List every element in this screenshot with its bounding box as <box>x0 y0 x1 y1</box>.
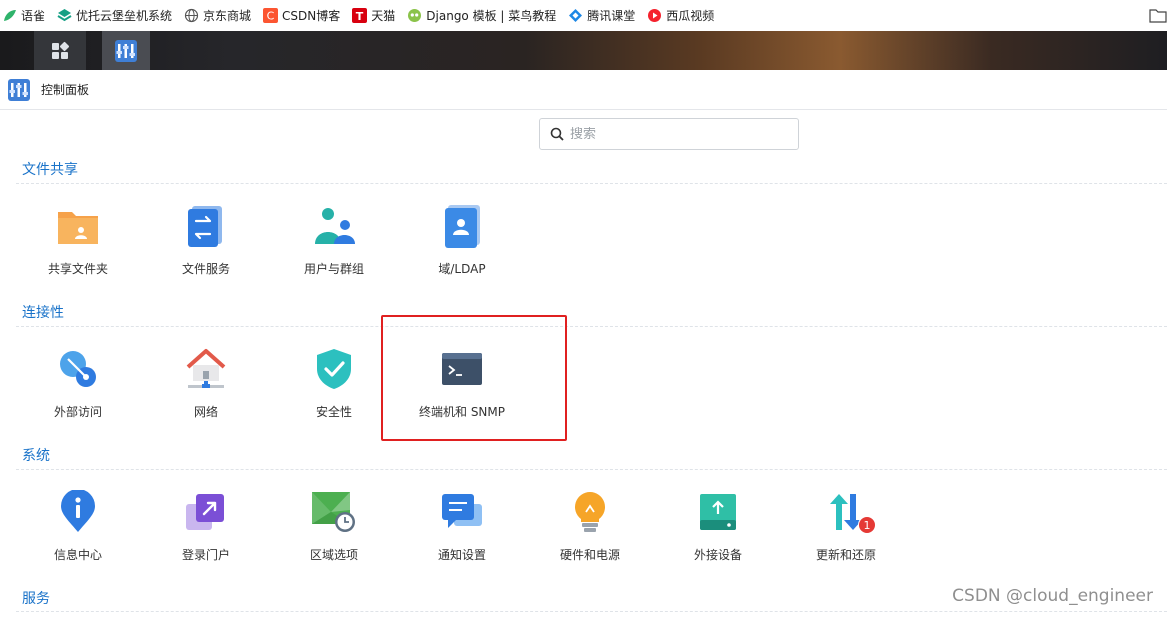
item-shared-folder[interactable]: 共享文件夹 <box>14 194 142 290</box>
item-domain-ldap[interactable]: 域/LDAP <box>398 194 526 290</box>
bookmark-label: Django 模板 | 菜鸟教程 <box>426 9 557 23</box>
bookmark-bastion[interactable]: 优托云堡垒机系统 <box>57 7 172 24</box>
xigua-icon <box>647 8 662 23</box>
external-device-icon <box>694 488 742 536</box>
svg-text:T: T <box>356 10 364 23</box>
bookmark-yuque[interactable]: 语雀 <box>2 7 45 24</box>
shield-icon <box>310 345 358 393</box>
yuque-icon <box>2 8 17 23</box>
item-label: 硬件和电源 <box>559 548 620 562</box>
item-info-center[interactable]: 信息中心 <box>14 480 142 576</box>
item-label: 信息中心 <box>53 548 102 562</box>
item-label: 安全性 <box>315 405 352 419</box>
bastion-icon <box>57 8 72 23</box>
item-label: 共享文件夹 <box>47 262 108 276</box>
runoob-icon <box>407 8 422 23</box>
tmall-icon: T <box>352 8 368 23</box>
search-box[interactable] <box>539 118 799 150</box>
regional-options-icon <box>310 488 358 536</box>
bookmark-label: 京东商城 <box>203 9 252 23</box>
bookmark-label: 腾讯课堂 <box>587 9 636 23</box>
item-hardware-power[interactable]: 硬件和电源 <box>526 480 654 576</box>
item-label: 外接设备 <box>693 548 742 562</box>
bookmark-tmall[interactable]: T 天猫 <box>352 7 395 24</box>
bookmark-xigua[interactable]: 西瓜视频 <box>647 7 714 24</box>
item-label: 网络 <box>193 405 218 419</box>
item-label: 区域选项 <box>309 548 358 562</box>
external-access-icon <box>54 345 102 393</box>
watermark: CSDN @cloud_engineer <box>952 586 1153 606</box>
item-file-services[interactable]: 文件服务 <box>142 194 270 290</box>
item-login-portal[interactable]: 登录门户 <box>142 480 270 576</box>
bookmark-tencent-class[interactable]: 腾讯课堂 <box>568 7 635 24</box>
item-users-groups[interactable]: 用户与群组 <box>270 194 398 290</box>
item-label: 文件服务 <box>181 262 230 276</box>
update-badge: 1 <box>858 516 876 534</box>
section-divider <box>16 183 1167 184</box>
main-menu-button[interactable] <box>34 31 86 70</box>
section-divider <box>16 611 1167 612</box>
item-network[interactable]: 网络 <box>142 337 270 433</box>
csdn-icon: C <box>263 8 279 23</box>
control-panel-icon <box>8 78 30 101</box>
item-label: 更新和还原 <box>815 548 876 562</box>
dsm-taskbar <box>0 31 1167 70</box>
file-services-icon <box>182 202 230 250</box>
section-divider <box>16 326 1167 327</box>
item-external-access[interactable]: 外部访问 <box>14 337 142 433</box>
tencent-class-icon <box>568 8 583 23</box>
item-label: 用户与群组 <box>303 262 364 276</box>
section-title-connectivity: 连接性 <box>22 305 64 321</box>
bookmark-jd[interactable]: 京东商城 <box>184 7 251 24</box>
login-portal-icon <box>182 488 230 536</box>
search-icon <box>550 127 564 141</box>
bookmark-label: 天猫 <box>371 9 396 23</box>
item-label: 通知设置 <box>437 548 486 562</box>
search-input[interactable] <box>570 126 770 142</box>
shared-folder-icon <box>54 202 102 250</box>
item-regional-options[interactable]: 区域选项 <box>270 480 398 576</box>
bookmark-label: 西瓜视频 <box>666 9 715 23</box>
item-notification[interactable]: 通知设置 <box>398 480 526 576</box>
globe-icon <box>184 8 199 23</box>
window-title: 控制面板 <box>41 83 90 97</box>
section-title-services: 服务 <box>22 591 50 607</box>
section-title-file-sharing: 文件共享 <box>22 162 78 178</box>
svg-text:C: C <box>267 10 275 23</box>
item-label: 登录门户 <box>181 548 230 562</box>
domain-ldap-icon <box>438 202 486 250</box>
section-title-system: 系统 <box>22 448 50 464</box>
grid-icon <box>52 41 70 59</box>
highlight-box <box>381 315 567 441</box>
lightbulb-icon <box>566 488 614 536</box>
item-label: 域/LDAP <box>438 262 486 276</box>
update-icon: 1 <box>822 488 876 536</box>
users-groups-icon <box>310 202 358 250</box>
bookmarks-bar: 语雀 优托云堡垒机系统 京东商城 C CSDN博客 T 天猫 Django 模板… <box>0 0 1167 31</box>
bookmark-label: 优托云堡垒机系统 <box>76 9 173 23</box>
bookmark-runoob[interactable]: Django 模板 | 菜鸟教程 <box>407 7 556 24</box>
item-security[interactable]: 安全性 <box>270 337 398 433</box>
bookmark-label: 语雀 <box>21 9 46 23</box>
item-external-devices[interactable]: 外接设备 <box>654 480 782 576</box>
notification-icon <box>438 488 486 536</box>
bookmark-csdn[interactable]: C CSDN博客 <box>263 7 340 24</box>
network-icon <box>182 345 230 393</box>
item-label: 外部访问 <box>53 405 102 419</box>
window-titlebar: 控制面板 <box>0 70 1167 110</box>
folder-icon[interactable] <box>1149 7 1167 27</box>
taskbar-control-panel[interactable] <box>102 31 150 70</box>
section-divider <box>16 469 1167 470</box>
item-update-restore[interactable]: 1 更新和还原 <box>782 480 910 576</box>
bookmark-label: CSDN博客 <box>282 9 341 23</box>
control-panel-icon <box>115 39 137 62</box>
info-icon <box>54 488 102 536</box>
